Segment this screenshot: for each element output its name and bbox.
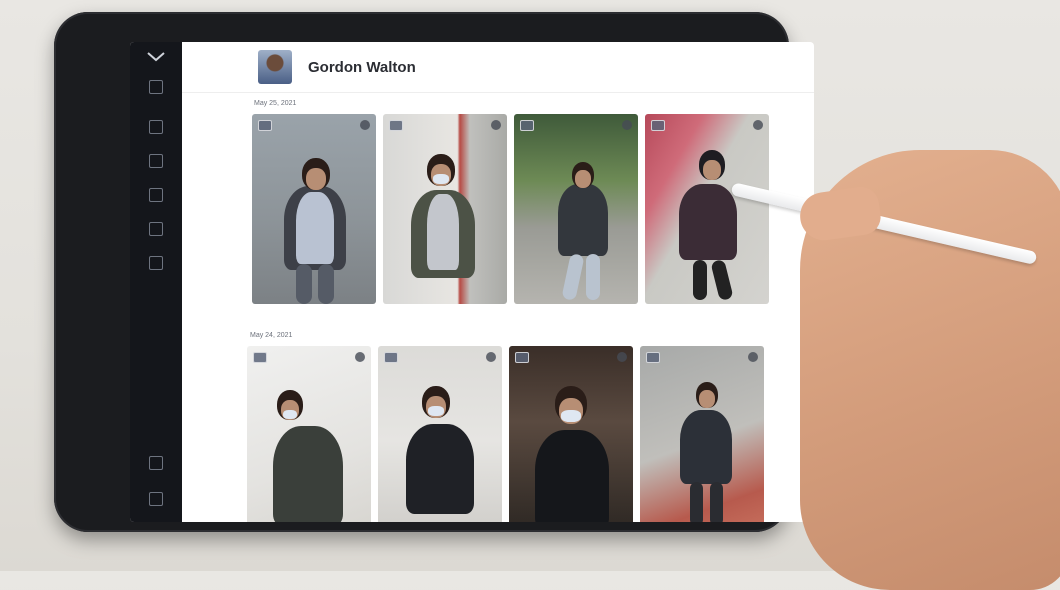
camera-tag: [258, 120, 272, 131]
more-options-icon[interactable]: [753, 120, 763, 130]
more-options-icon[interactable]: [748, 352, 758, 362]
sighting-card[interactable]: [509, 346, 633, 522]
app-logo-icon: [147, 52, 165, 62]
sighting-photo: [645, 114, 769, 304]
cameras-icon: [149, 80, 163, 94]
sidebar-item-people[interactable]: [140, 188, 172, 214]
camera-tag: [253, 352, 267, 363]
main-content: Gordon Walton May 25, 2021 May 24, 2021: [182, 42, 814, 522]
camera-tag: [389, 120, 403, 131]
sighting-photo: [509, 346, 633, 522]
sighting-card[interactable]: [247, 346, 371, 522]
camera-tag: [515, 352, 529, 363]
person-name: Gordon Walton: [308, 59, 416, 76]
sighting-card[interactable]: [252, 114, 376, 304]
sighting-card[interactable]: [383, 114, 507, 304]
alerts-icon: [149, 120, 163, 134]
sighting-photo: [514, 114, 638, 304]
settings-icon: [149, 456, 163, 470]
sighting-photo: [378, 346, 502, 522]
sighting-card[interactable]: [378, 346, 502, 522]
sidebar-item-reports[interactable]: [140, 256, 172, 282]
more-options-icon[interactable]: [355, 352, 365, 362]
camera-tag: [646, 352, 660, 363]
camera-tag: [651, 120, 665, 131]
section-date: May 25, 2021: [254, 100, 297, 107]
people-icon: [149, 188, 163, 202]
sidebar-item-cameras[interactable]: [140, 80, 172, 106]
sighting-card[interactable]: [514, 114, 638, 304]
more-options-icon[interactable]: [486, 352, 496, 362]
more-options-icon[interactable]: [622, 120, 632, 130]
sidebar-item-user[interactable]: [140, 492, 172, 518]
vehicles-icon: [149, 222, 163, 236]
sighting-photo: [383, 114, 507, 304]
reports-icon: [149, 256, 163, 270]
sidebar-item-alerts[interactable]: [140, 120, 172, 146]
camera-tag: [520, 120, 534, 131]
camera-tag: [384, 352, 398, 363]
tablet-device: Gordon Walton May 25, 2021 May 24, 2021: [54, 12, 814, 532]
sidebar-item-settings[interactable]: [140, 456, 172, 482]
sighting-photo: [247, 346, 371, 522]
sidebar-item-vehicles[interactable]: [140, 222, 172, 248]
sighting-card[interactable]: [645, 114, 769, 304]
more-options-icon[interactable]: [360, 120, 370, 130]
profile-header: Gordon Walton: [182, 42, 814, 93]
sighting-photo: [640, 346, 764, 522]
avatar: [258, 50, 292, 84]
more-options-icon[interactable]: [617, 352, 627, 362]
more-options-icon[interactable]: [491, 120, 501, 130]
user-icon: [149, 492, 163, 506]
sidebar-item-search[interactable]: [140, 154, 172, 180]
tablet-screen: Gordon Walton May 25, 2021 May 24, 2021: [130, 42, 814, 522]
sighting-card[interactable]: [640, 346, 764, 522]
section-date: May 24, 2021: [250, 332, 293, 339]
sighting-photo: [252, 114, 376, 304]
search-icon: [149, 154, 163, 168]
app-sidebar: [130, 42, 182, 522]
